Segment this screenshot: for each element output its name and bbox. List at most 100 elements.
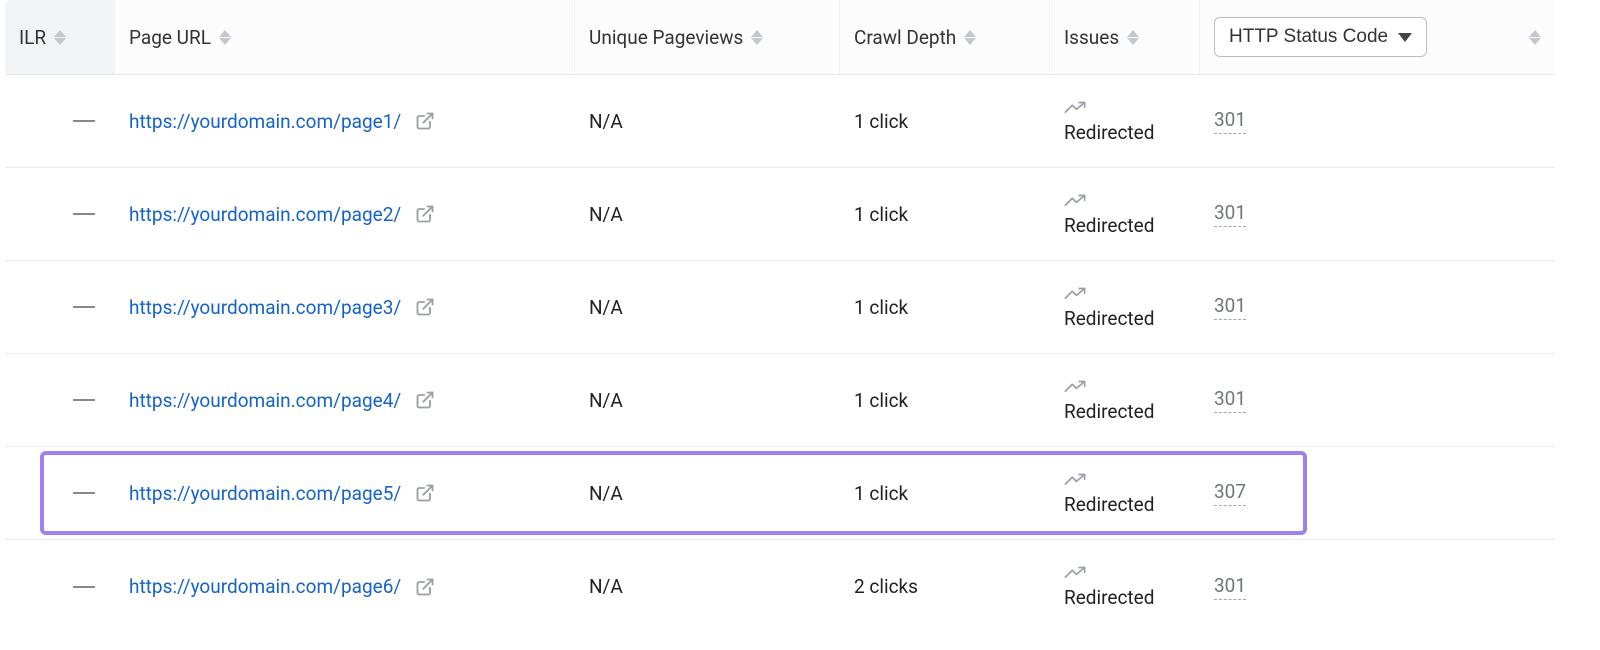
page-url-link[interactable]: https://yourdomain.com/page6/ xyxy=(129,575,401,598)
cell-http-status: 301 xyxy=(1200,261,1555,353)
external-link-icon[interactable] xyxy=(415,297,435,317)
status-code[interactable]: 301 xyxy=(1214,574,1246,600)
issue-label: Redirected xyxy=(1064,586,1154,609)
ilr-dash-icon xyxy=(73,120,95,122)
cell-crawl-depth: 1 click xyxy=(840,75,1050,167)
cell-url: https://yourdomain.com/page3/ xyxy=(115,261,575,353)
http-status-dropdown[interactable]: HTTP Status Code xyxy=(1214,17,1427,57)
issue-label: Redirected xyxy=(1064,121,1154,144)
cell-unique-pageviews: N/A xyxy=(575,540,840,633)
table-row: https://yourdomain.com/page6/ N/A 2 clic… xyxy=(5,540,1555,633)
table-row: https://yourdomain.com/page4/ N/A 1 clic… xyxy=(5,354,1555,447)
cell-http-status: 301 xyxy=(1200,168,1555,260)
external-link-icon[interactable] xyxy=(415,390,435,410)
sort-icon[interactable] xyxy=(219,30,231,45)
cell-http-status: 301 xyxy=(1200,354,1555,446)
table-header-row: ILR Page URL Unique Pageviews Crawl Dept… xyxy=(5,0,1555,75)
page-url-link[interactable]: https://yourdomain.com/page4/ xyxy=(129,389,401,412)
cell-url: https://yourdomain.com/page5/ xyxy=(115,447,575,539)
cell-ilr xyxy=(5,261,115,353)
col-header-url-label: Page URL xyxy=(129,26,211,49)
redirect-arrow-icon xyxy=(1064,564,1086,582)
cell-crawl-depth: 1 click xyxy=(840,261,1050,353)
ilr-dash-icon xyxy=(73,213,95,215)
cell-url: https://yourdomain.com/page4/ xyxy=(115,354,575,446)
ilr-dash-icon xyxy=(73,492,95,494)
redirect-arrow-icon xyxy=(1064,471,1086,489)
issue-label: Redirected xyxy=(1064,307,1154,330)
table-row: https://yourdomain.com/page1/ N/A 1 clic… xyxy=(5,75,1555,168)
external-link-icon[interactable] xyxy=(415,577,435,597)
cell-ilr xyxy=(5,75,115,167)
cell-crawl-depth: 1 click xyxy=(840,447,1050,539)
redirect-arrow-icon xyxy=(1064,192,1086,210)
cell-issues: Redirected xyxy=(1050,354,1200,446)
issue-label: Redirected xyxy=(1064,214,1154,237)
table-body: https://yourdomain.com/page1/ N/A 1 clic… xyxy=(5,75,1555,633)
cell-issues: Redirected xyxy=(1050,447,1200,539)
external-link-icon[interactable] xyxy=(415,483,435,503)
cell-url: https://yourdomain.com/page2/ xyxy=(115,168,575,260)
col-header-crawl-depth[interactable]: Crawl Depth xyxy=(840,0,1050,74)
cell-issues: Redirected xyxy=(1050,168,1200,260)
redirect-arrow-icon xyxy=(1064,99,1086,117)
col-header-url[interactable]: Page URL xyxy=(115,0,575,74)
sort-icon[interactable] xyxy=(751,30,763,45)
cell-unique-pageviews: N/A xyxy=(575,354,840,446)
cell-ilr xyxy=(5,447,115,539)
col-header-ilr[interactable]: ILR xyxy=(5,0,115,74)
external-link-icon[interactable] xyxy=(415,204,435,224)
cell-url: https://yourdomain.com/page6/ xyxy=(115,540,575,633)
ilr-dash-icon xyxy=(73,586,95,588)
cell-http-status: 307 xyxy=(1200,447,1555,539)
col-header-crawl-depth-label: Crawl Depth xyxy=(854,26,956,49)
issue-label: Redirected xyxy=(1064,493,1154,516)
chevron-down-icon xyxy=(1398,33,1412,42)
sort-icon[interactable] xyxy=(1529,30,1541,45)
status-code[interactable]: 301 xyxy=(1214,108,1246,134)
cell-issues: Redirected xyxy=(1050,75,1200,167)
cell-issues: Redirected xyxy=(1050,261,1200,353)
cell-crawl-depth: 2 clicks xyxy=(840,540,1050,633)
cell-issues: Redirected xyxy=(1050,540,1200,633)
cell-unique-pageviews: N/A xyxy=(575,75,840,167)
col-header-ilr-label: ILR xyxy=(19,26,46,49)
table-row: https://yourdomain.com/page2/ N/A 1 clic… xyxy=(5,168,1555,261)
http-status-dropdown-label: HTTP Status Code xyxy=(1229,26,1388,48)
redirect-arrow-icon xyxy=(1064,378,1086,396)
page-url-link[interactable]: https://yourdomain.com/page2/ xyxy=(129,203,401,226)
col-header-issues[interactable]: Issues xyxy=(1050,0,1200,74)
col-header-unique-pageviews[interactable]: Unique Pageviews xyxy=(575,0,840,74)
external-link-icon[interactable] xyxy=(415,111,435,131)
cell-unique-pageviews: N/A xyxy=(575,168,840,260)
redirect-arrow-icon xyxy=(1064,285,1086,303)
page-url-link[interactable]: https://yourdomain.com/page1/ xyxy=(129,110,401,133)
col-header-issues-label: Issues xyxy=(1064,26,1119,49)
ilr-dash-icon xyxy=(73,399,95,401)
cell-ilr xyxy=(5,354,115,446)
status-code[interactable]: 301 xyxy=(1214,387,1246,413)
cell-ilr xyxy=(5,540,115,633)
cell-http-status: 301 xyxy=(1200,75,1555,167)
status-code[interactable]: 301 xyxy=(1214,294,1246,320)
table-row: https://yourdomain.com/page3/ N/A 1 clic… xyxy=(5,261,1555,354)
cell-url: https://yourdomain.com/page1/ xyxy=(115,75,575,167)
cell-crawl-depth: 1 click xyxy=(840,168,1050,260)
pages-table: ILR Page URL Unique Pageviews Crawl Dept… xyxy=(0,0,1560,633)
page-url-link[interactable]: https://yourdomain.com/page5/ xyxy=(129,482,401,505)
issue-label: Redirected xyxy=(1064,400,1154,423)
table-row: https://yourdomain.com/page5/ N/A 1 clic… xyxy=(5,447,1555,540)
page-url-link[interactable]: https://yourdomain.com/page3/ xyxy=(129,296,401,319)
cell-crawl-depth: 1 click xyxy=(840,354,1050,446)
cell-unique-pageviews: N/A xyxy=(575,261,840,353)
col-header-unique-pageviews-label: Unique Pageviews xyxy=(589,26,743,49)
cell-http-status: 301 xyxy=(1200,540,1555,633)
col-header-http-status: HTTP Status Code xyxy=(1200,0,1555,74)
cell-unique-pageviews: N/A xyxy=(575,447,840,539)
sort-icon[interactable] xyxy=(54,30,66,45)
cell-ilr xyxy=(5,168,115,260)
status-code[interactable]: 301 xyxy=(1214,201,1246,227)
sort-icon[interactable] xyxy=(964,30,976,45)
status-code[interactable]: 307 xyxy=(1214,480,1246,506)
sort-icon[interactable] xyxy=(1127,30,1139,45)
